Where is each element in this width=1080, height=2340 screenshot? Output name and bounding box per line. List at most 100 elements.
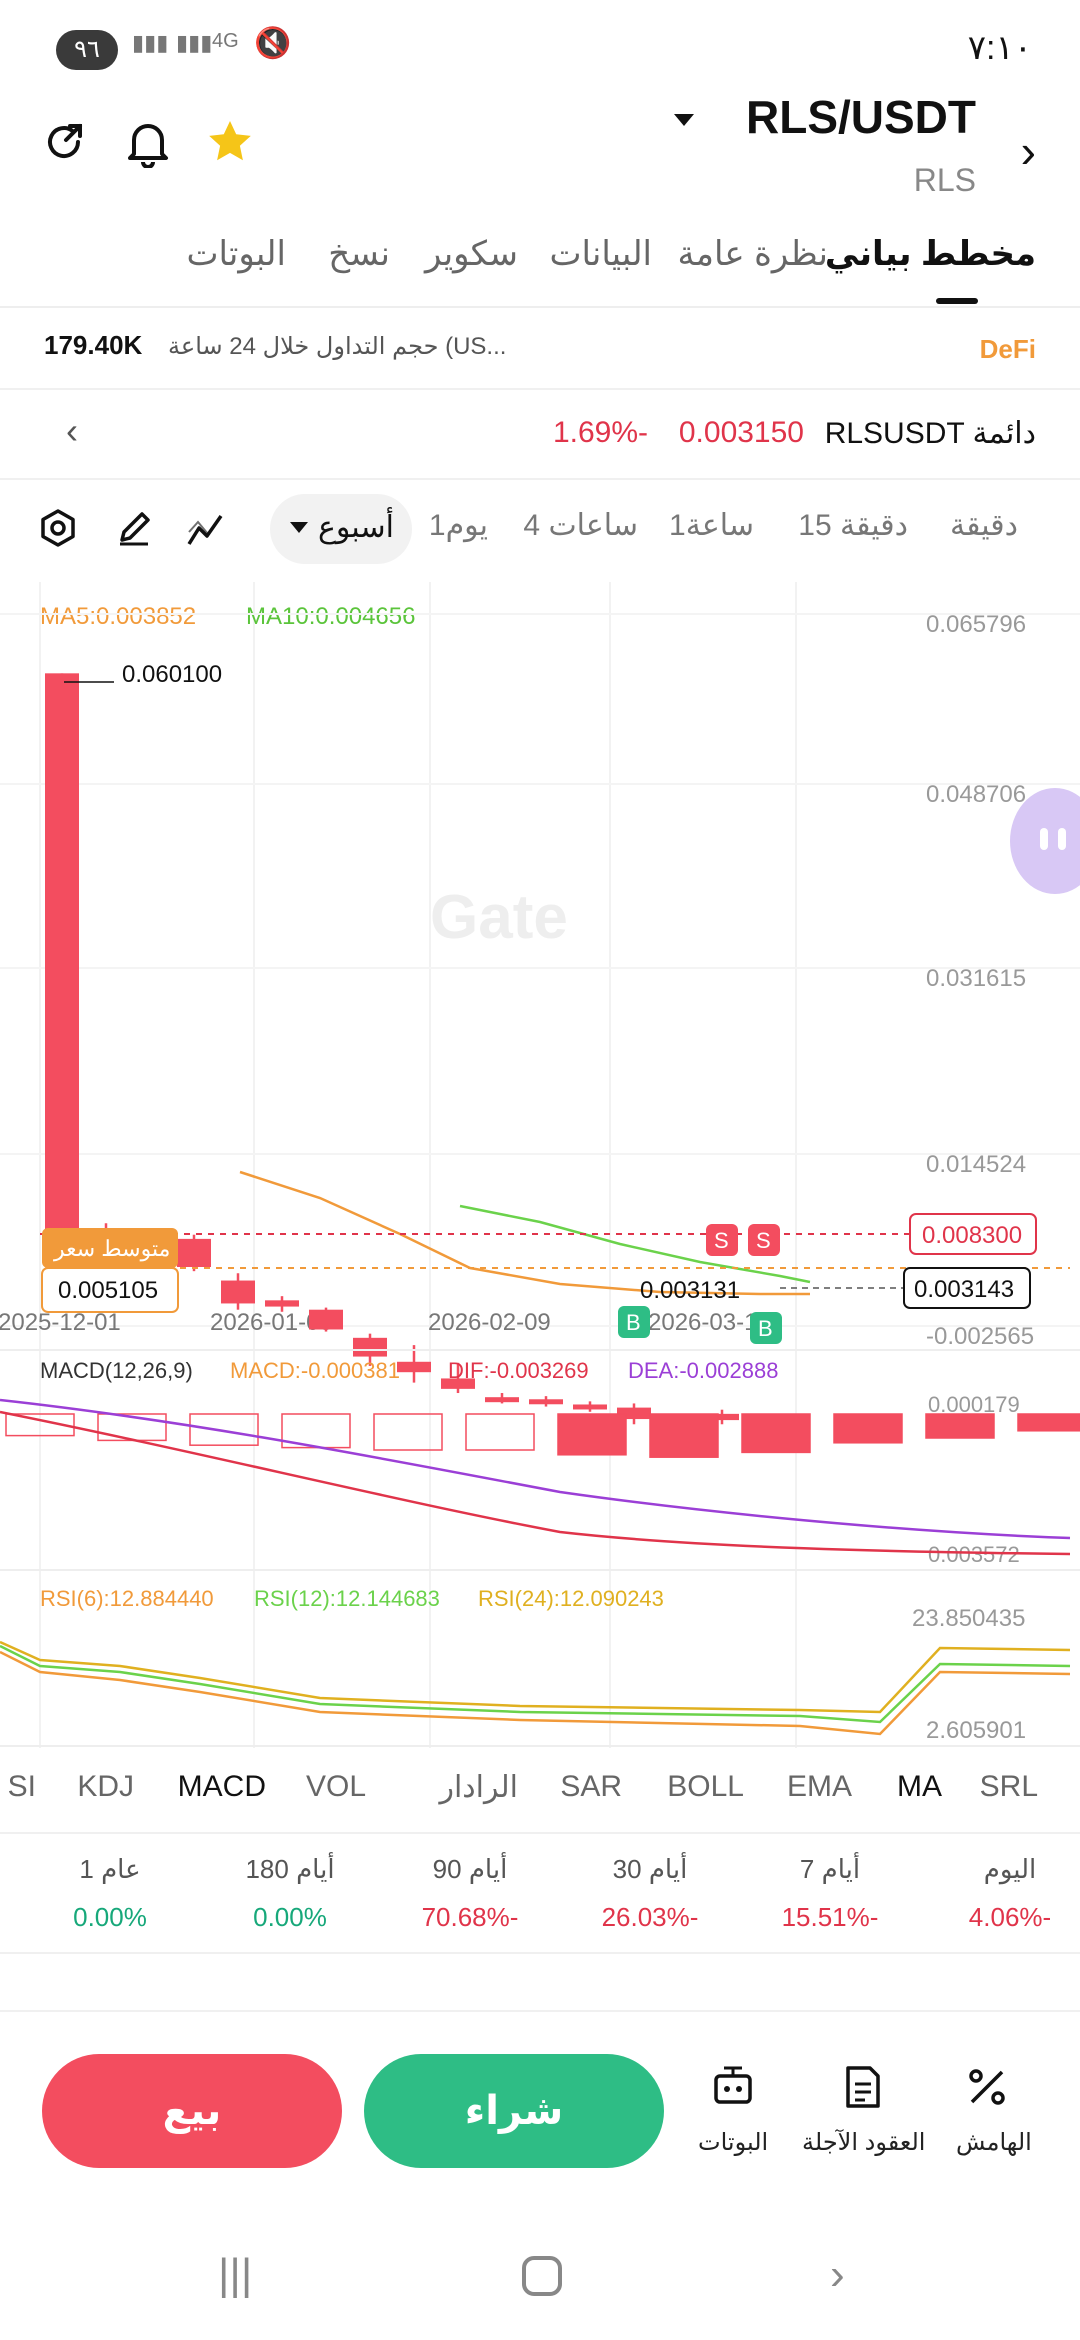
perp-name[interactable]: RLSUSDT دائمة bbox=[825, 416, 1036, 451]
bots-label[interactable]: البوتات bbox=[698, 2128, 768, 2157]
candle[interactable] bbox=[221, 1273, 255, 1310]
perf-label: 30 أيام bbox=[612, 1854, 688, 1884]
ind-tab-srl[interactable]: SRL bbox=[980, 1770, 1038, 1804]
candle[interactable] bbox=[573, 1401, 607, 1412]
recent-apps-icon[interactable]: ||| bbox=[218, 2250, 252, 2300]
collapse-chevron-icon[interactable]: ‹ bbox=[66, 410, 78, 452]
back-nav-icon[interactable]: › bbox=[830, 2250, 845, 2300]
buy-marker[interactable]: B bbox=[750, 1312, 782, 1344]
y-tick-label: -0.002565 bbox=[926, 1323, 1034, 1350]
tf-1h[interactable]: 1ساعة bbox=[669, 508, 754, 543]
volume-value: 179.40K bbox=[44, 330, 143, 360]
pair-title[interactable]: RLS/USDT bbox=[746, 90, 976, 144]
perf-value: 26.03%- bbox=[601, 1902, 699, 1932]
ind-tab-si[interactable]: SI bbox=[8, 1770, 36, 1804]
perf-value: 0.00% bbox=[253, 1902, 327, 1932]
y-tick-label: 0.014524 bbox=[926, 1151, 1026, 1178]
ma5-label: MA5:0.003852 bbox=[40, 603, 196, 630]
margin-label[interactable]: الهامش bbox=[956, 2128, 1032, 2157]
tf-1d[interactable]: 1يوم bbox=[429, 508, 488, 543]
futures-doc-icon[interactable] bbox=[840, 2064, 886, 2110]
tab-data[interactable]: البيانات bbox=[549, 234, 652, 274]
futures-label[interactable]: العقود الآجلة bbox=[802, 2128, 925, 2157]
margin-icon[interactable] bbox=[964, 2064, 1010, 2110]
macd-bar bbox=[1017, 1413, 1080, 1432]
tab-chart[interactable]: مخطط بياني bbox=[825, 234, 1036, 274]
back-chevron-icon[interactable]: › bbox=[1021, 124, 1036, 178]
ind-tab-boll[interactable]: BOLL bbox=[667, 1770, 744, 1804]
tab-copy[interactable]: نسخ bbox=[328, 234, 390, 274]
tab-square[interactable]: سكوير bbox=[425, 234, 518, 274]
candle[interactable] bbox=[45, 673, 79, 1264]
y-tick-label: 0.065796 bbox=[926, 611, 1026, 638]
macd-dif: DIF:-0.003269 bbox=[448, 1358, 589, 1383]
candle[interactable] bbox=[485, 1393, 519, 1404]
max-price-label: 0.060100 bbox=[122, 661, 222, 688]
divider bbox=[0, 1832, 1080, 1834]
ind-tab-sar[interactable]: SAR bbox=[560, 1770, 622, 1804]
divider bbox=[0, 2010, 1080, 2012]
svg-text:B: B bbox=[626, 1310, 641, 1335]
home-icon[interactable] bbox=[522, 2256, 562, 2296]
buy-marker[interactable]: B bbox=[618, 1306, 650, 1338]
buy-button[interactable]: شراء bbox=[364, 2054, 664, 2168]
ind-tab-radar[interactable]: الرادار bbox=[439, 1770, 518, 1805]
perf-label: 7 أيام bbox=[799, 1854, 861, 1884]
macd-y-bottom: 0.003572 bbox=[928, 1542, 1020, 1567]
indicator-icon[interactable] bbox=[186, 510, 224, 548]
rsi12-line bbox=[0, 1644, 1071, 1724]
ind-tab-macd[interactable]: MACD bbox=[178, 1770, 266, 1804]
tab-bots[interactable]: البوتات bbox=[187, 234, 286, 274]
rsi24-label: RSI(24):12.090243 bbox=[478, 1586, 664, 1611]
perf-label: 1 عام bbox=[79, 1854, 141, 1884]
perp-change: 1.69%- bbox=[552, 416, 648, 449]
signal-icon-2: ▮▮▮ bbox=[176, 30, 213, 55]
avg-price-badge[interactable]: متوسط سعر 0.005105 bbox=[41, 1228, 179, 1313]
mute-icon: 🔇 bbox=[254, 27, 292, 60]
macd-bar bbox=[833, 1413, 903, 1444]
ind-tab-vol[interactable]: VOL bbox=[306, 1770, 366, 1804]
defi-tag: DeFi bbox=[979, 334, 1036, 364]
ma10-label: MA10:0.004656 bbox=[246, 603, 415, 630]
macd-bar bbox=[557, 1413, 627, 1456]
macd-bar bbox=[649, 1413, 719, 1458]
last-price-text: 0.003143 bbox=[914, 1276, 1014, 1303]
pair-dropdown-icon[interactable] bbox=[674, 114, 694, 126]
ind-tab-ma[interactable]: MA bbox=[897, 1770, 942, 1804]
chart-grid bbox=[39, 582, 797, 1748]
low-price-label: 0.003131 bbox=[640, 1277, 740, 1304]
candle[interactable] bbox=[177, 1234, 211, 1272]
macd-dea: DEA:-0.002888 bbox=[628, 1358, 778, 1383]
signal-icon: ▮▮▮ bbox=[132, 30, 169, 55]
x-axis: 2025-12-01 2026-01-05 2026-02-09 2026-03-16 bbox=[0, 1309, 771, 1336]
volume-label: حجم التداول خلال 24 ساعة (US... bbox=[168, 333, 507, 360]
tf-1m[interactable]: دقيقة bbox=[950, 508, 1018, 543]
bots-robot-icon[interactable] bbox=[710, 2064, 756, 2110]
tf-15m[interactable]: 15 دقيقة bbox=[798, 508, 908, 543]
sell-marker[interactable]: S bbox=[748, 1224, 780, 1256]
tf-4h[interactable]: 4 ساعات bbox=[523, 508, 638, 543]
price-chart[interactable]: Gate MA5:0.003852 MA10:0.004656 0.065796… bbox=[0, 582, 1080, 1748]
tf-week-label[interactable]: أسبوع bbox=[318, 510, 394, 545]
ind-tab-ema[interactable]: EMA bbox=[787, 1770, 852, 1804]
bell-icon[interactable] bbox=[124, 116, 172, 168]
y-tick-label: 0.031615 bbox=[926, 965, 1026, 992]
tf-dropdown-icon[interactable] bbox=[290, 522, 308, 533]
sell-button[interactable]: بيع bbox=[42, 2054, 342, 2168]
candle[interactable] bbox=[529, 1396, 563, 1407]
avg-price-label: متوسط سعر bbox=[53, 1236, 170, 1262]
macd-label: MACD(12,26,9) bbox=[40, 1358, 193, 1383]
candle[interactable] bbox=[309, 1307, 343, 1332]
y-tick-label: 0.048706 bbox=[926, 781, 1026, 808]
settings-hexagon-icon[interactable] bbox=[38, 508, 78, 548]
share-icon[interactable] bbox=[40, 118, 88, 166]
favorite-star-icon[interactable] bbox=[206, 118, 254, 166]
draw-pencil-icon[interactable] bbox=[114, 508, 154, 548]
tab-overview[interactable]: نظرة عامة bbox=[678, 234, 828, 274]
sell-marker[interactable]: S bbox=[706, 1224, 738, 1256]
macd-bar bbox=[189, 1413, 259, 1446]
macd-histogram bbox=[5, 1413, 1080, 1458]
ind-tab-kdj[interactable]: KDJ bbox=[77, 1770, 134, 1804]
dif-line bbox=[0, 1410, 1071, 1556]
macd-bar bbox=[465, 1413, 535, 1451]
